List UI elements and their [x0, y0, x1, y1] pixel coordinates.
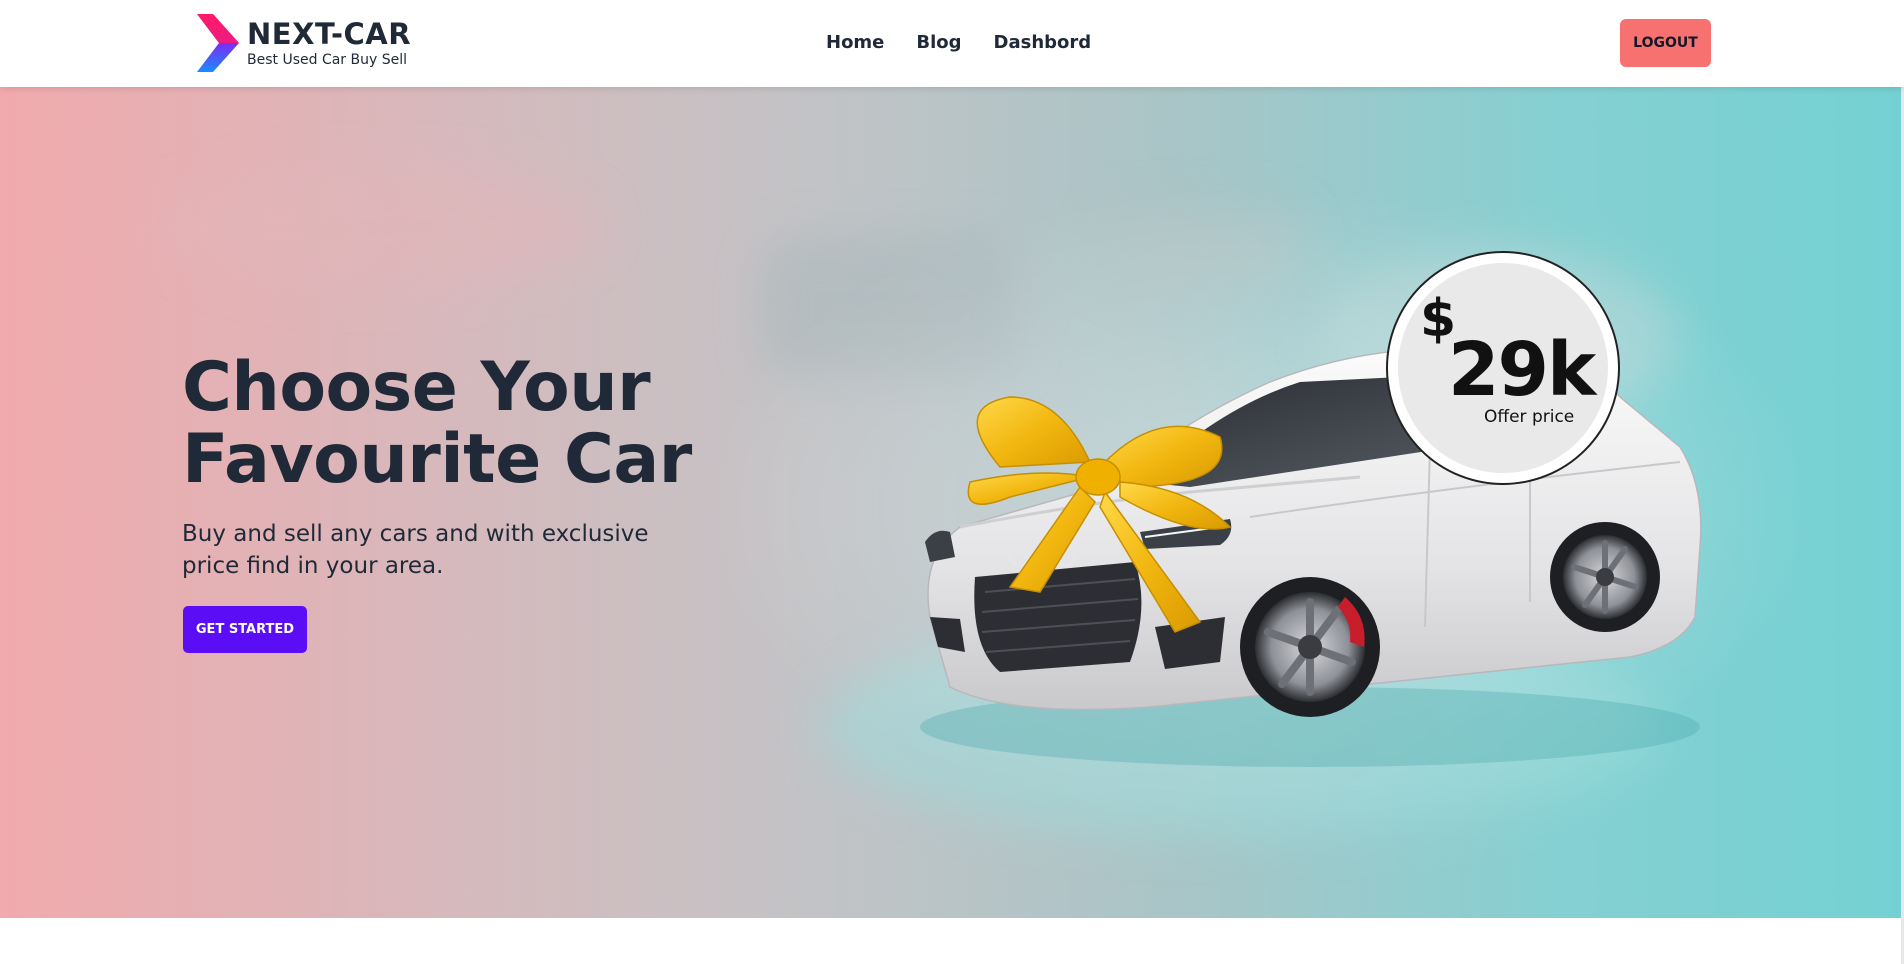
logout-button[interactable]: LOGOUT [1620, 19, 1711, 67]
offer-amount: 29k [1448, 327, 1596, 413]
nav-link-blog[interactable]: Blog [916, 32, 961, 53]
get-started-button[interactable]: GET STARTED [183, 606, 307, 653]
brand-text: NEXT-CAR Best Used Car Buy Sell [247, 16, 412, 68]
offer-price-inner: $ 29k Offer price [1398, 263, 1608, 473]
hero-section: Choose Your Favourite Car Buy and sell a… [0, 87, 1904, 918]
hero-title: Choose Your Favourite Car [182, 352, 802, 496]
top-navbar: NEXT-CAR Best Used Car Buy Sell Home Blo… [0, 0, 1904, 87]
offer-label: Offer price [1484, 407, 1575, 427]
offer-price-badge: $ 29k Offer price [1386, 251, 1620, 485]
brand-tagline: Best Used Car Buy Sell [247, 51, 407, 68]
main-nav: Home Blog Dashbord [826, 32, 1091, 53]
brand-name: NEXT-CAR [247, 16, 412, 51]
hero-title-line-1: Choose Your [182, 348, 651, 427]
nav-link-dashboard[interactable]: Dashbord [994, 32, 1092, 53]
hero-title-line-2: Favourite Car [182, 420, 692, 499]
nav-link-home[interactable]: Home [826, 32, 884, 53]
brand[interactable]: NEXT-CAR Best Used Car Buy Sell [197, 14, 411, 72]
chevron-logo-icon [197, 14, 239, 72]
hero-subtitle: Buy and sell any cars and with exclusive… [182, 518, 702, 582]
hero-subtitle-line-1: Buy and sell any cars and with exclusive [182, 521, 649, 547]
hero-subtitle-line-2: price find in your area. [182, 553, 444, 579]
